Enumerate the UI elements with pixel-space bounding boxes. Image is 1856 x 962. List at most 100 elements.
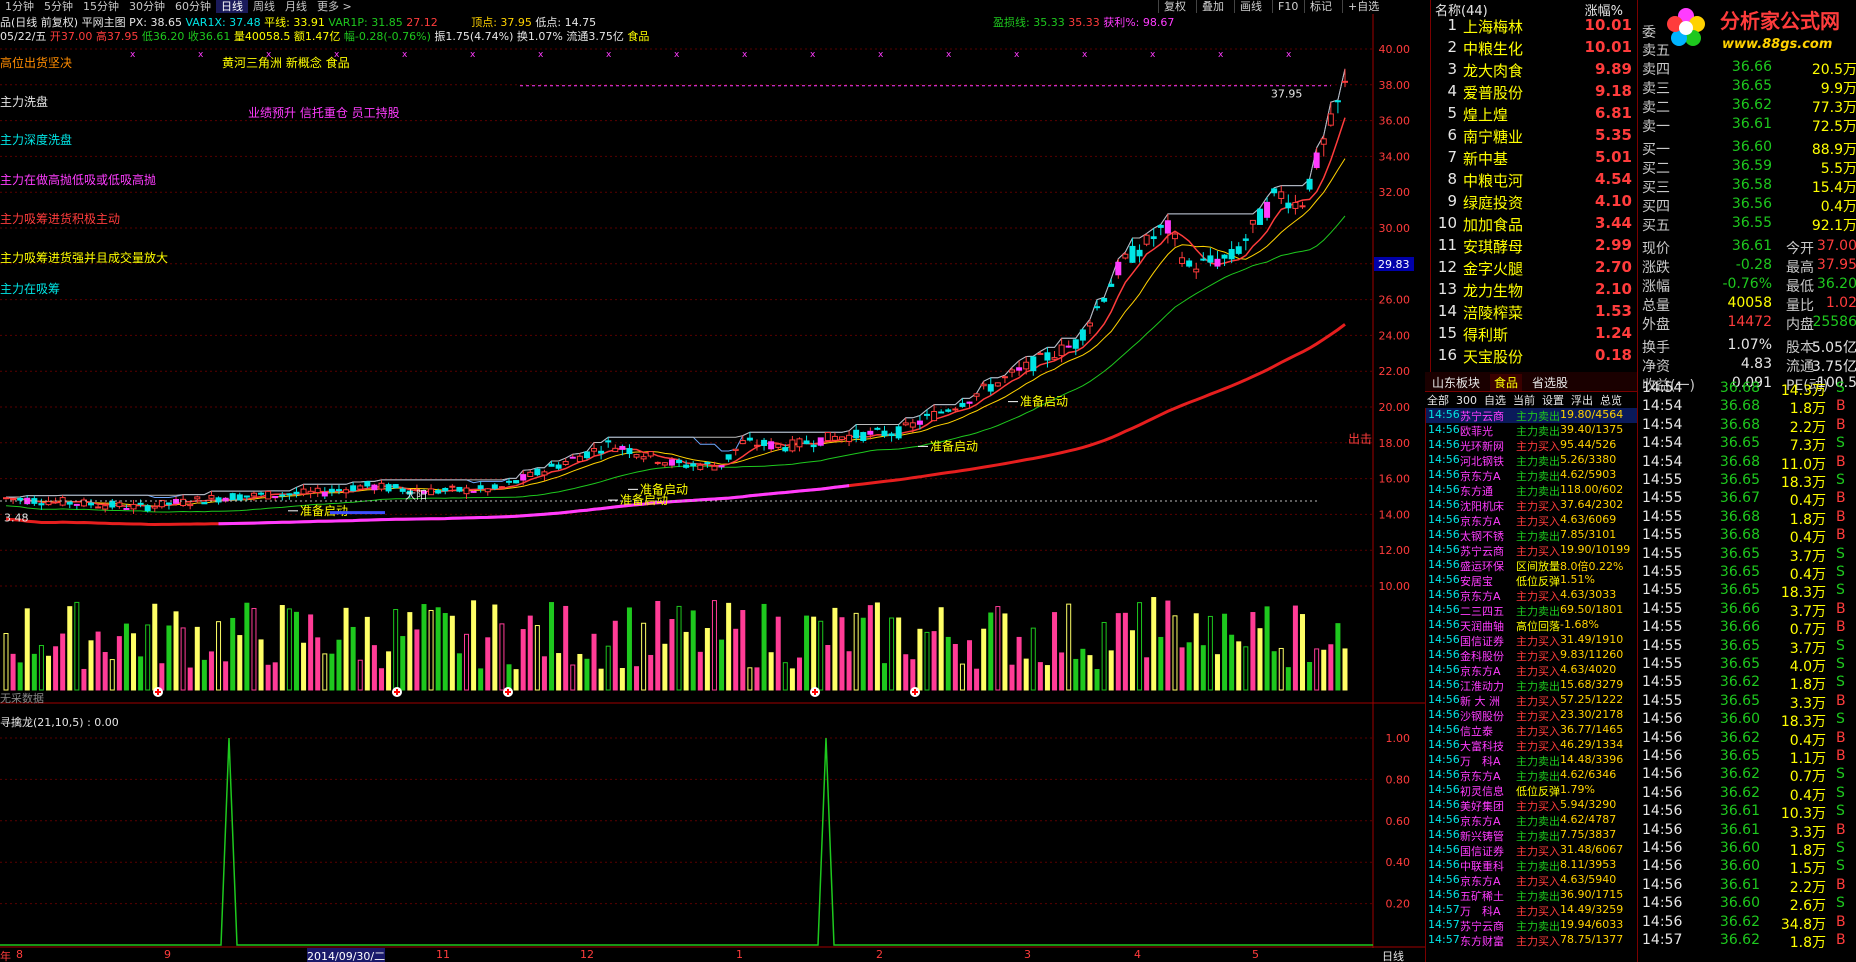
f10-button[interactable]: F10 <box>1272 0 1303 13</box>
rank-row[interactable]: 15 得利斯 1.24 <box>1431 324 1638 346</box>
tape-row[interactable]: 14:56 京东方A 主力买入 4.63/5940 <box>1426 873 1637 888</box>
tape-filter-6[interactable]: 总览 <box>1598 392 1622 408</box>
tape-row[interactable]: 14:56 京东方A 主力卖出 4.62/4787 <box>1426 813 1637 828</box>
tape-tab-0[interactable]: 山东板块 <box>1428 374 1484 391</box>
tape-row[interactable]: 14:56 河北钢铁 主力卖出 5.26/3380 <box>1426 453 1637 468</box>
tape-row[interactable]: 14:56 中联重科 主力卖出 8.11/3953 <box>1426 858 1637 873</box>
tape-filter-0[interactable]: 全部 <box>1425 392 1449 408</box>
tape-filter-2[interactable]: 自选 <box>1482 392 1506 408</box>
rank-row[interactable]: 10 加加食品 3.44 <box>1431 214 1638 236</box>
tape-row[interactable]: 14:56 新兴铸管 主力卖出 7.75/3837 <box>1426 828 1637 843</box>
tape-row[interactable]: 14:56 天润曲轴 高位回落 -1.68% <box>1426 618 1637 633</box>
tape-row[interactable]: 14:56 京东方A 主力卖出 4.62/6346 <box>1426 768 1637 783</box>
rank-row[interactable]: 1 上海梅林 10.01 <box>1431 16 1638 38</box>
tape-row[interactable]: 14:56 江淮动力 主力卖出 15.68/3279 <box>1426 678 1637 693</box>
tape-row[interactable]: 14:56 安居宝 低位反弹 1.51% <box>1426 573 1637 588</box>
period-tab-3[interactable]: 30分钟 <box>124 0 170 13</box>
rank-row[interactable]: 12 金字火腿 2.70 <box>1431 258 1638 280</box>
tick-side: S <box>1836 472 1845 488</box>
volume-bar <box>1122 612 1128 691</box>
tape-row[interactable]: 14:56 初灵信息 低位反弹 1.79% <box>1426 783 1637 798</box>
rank-row[interactable]: 9 绿庭投资 4.10 <box>1431 192 1638 214</box>
sub-indicator-chart[interactable]: 1.00 0.80 0.60 0.40 0.20 <box>0 704 1425 948</box>
tape-row[interactable]: 14:56 沙钢股份 主力买入 23.30/2178 <box>1426 708 1637 723</box>
tape-row[interactable]: 14:56 信立泰 主力买入 36.77/1465 <box>1426 723 1637 738</box>
tape-row[interactable]: 14:56 欧菲光 主力卖出 39.40/1375 <box>1426 423 1637 438</box>
tape-row[interactable]: 14:57 东方财富 主力买入 78.75/1377 <box>1426 933 1637 948</box>
rank-stock-name: 爱普股份 <box>1463 84 1524 102</box>
add-watchlist-button[interactable]: +自选 <box>1342 0 1384 13</box>
tape-row[interactable]: 14:56 金科股份 主力买入 9.83/11260 <box>1426 648 1637 663</box>
tape-row[interactable]: 14:56 二三四五 主力卖出 69.50/1801 <box>1426 603 1637 618</box>
rank-row[interactable]: 16 天宝股份 0.18 <box>1431 346 1638 368</box>
tape-stock-name: 京东方A <box>1460 665 1501 678</box>
tape-tab-2[interactable]: 省选股 <box>1528 374 1572 391</box>
tick-volume: 0.7万 <box>1789 769 1826 786</box>
rank-row[interactable]: 8 中粮屯河 4.54 <box>1431 170 1638 192</box>
period-tab-2[interactable]: 15分钟 <box>78 0 124 13</box>
tape-row[interactable]: 14:56 光环新网 主力买入 95.44/526 <box>1426 438 1637 453</box>
rank-index: 13 <box>1437 280 1457 298</box>
candle <box>888 431 895 442</box>
overlay-button[interactable]: 叠加 <box>1196 0 1229 13</box>
tape-filter-4[interactable]: 设置 <box>1540 392 1564 408</box>
rank-stock-name: 煌上煌 <box>1463 106 1509 124</box>
tape-filter-3[interactable]: 当前 <box>1511 392 1535 408</box>
tape-row[interactable]: 14:56 京东方A 主力买入 4.63/3033 <box>1426 588 1637 603</box>
volume-bar <box>407 612 413 691</box>
tape-filter-5[interactable]: 浮出 <box>1569 392 1593 408</box>
period-tab-5[interactable]: 日线 <box>216 0 248 13</box>
tape-row[interactable]: 14:57 万 科A 主力买入 14.49/3259 <box>1426 903 1637 918</box>
kline-chart[interactable]: 40.0038.0036.0034.0032.0030.0028.0026.00… <box>0 14 1425 704</box>
period-tab-4[interactable]: 60分钟 <box>170 0 216 13</box>
volume-bar <box>315 637 321 691</box>
volume-bar <box>258 639 264 691</box>
period-tab-7[interactable]: 月线 <box>280 0 312 13</box>
tape-filter-1[interactable]: 300 <box>1454 394 1477 407</box>
tape-row[interactable]: 14:56 新 大 洲 主力买入 57.25/1222 <box>1426 693 1637 708</box>
news-tags: 业绩预升 信托重仓 员工持股 <box>248 106 400 120</box>
quote-panel: 委卖五 卖四 36.66 20.5万 卖三 36.65 9.9万 卖二 36.62 77.3万 卖一… <box>1637 0 1856 394</box>
tape-row[interactable]: 14:56 国信证券 主力买入 31.48/6067 <box>1426 843 1637 858</box>
tape-row[interactable]: 14:56 国信证券 主力买入 31.49/1910 <box>1426 633 1637 648</box>
draw-line-button[interactable]: 画线 <box>1234 0 1267 13</box>
tape-row[interactable]: 14:56 苏宁云商 主力买入 19.90/10199 <box>1426 543 1637 558</box>
tape-row[interactable]: 14:56 京东方A 主力买入 4.63/6069 <box>1426 513 1637 528</box>
tape-time: 14:57 <box>1428 903 1460 916</box>
rank-row[interactable]: 14 涪陵榨菜 1.53 <box>1431 302 1638 324</box>
rank-row[interactable]: 11 安琪酵母 2.99 <box>1431 236 1638 258</box>
rank-row[interactable]: 3 龙大肉食 9.89 <box>1431 60 1638 82</box>
top-marker: x <box>878 50 884 60</box>
tape-row[interactable]: 14:56 东方通 主力卖出 118.00/602 <box>1426 483 1637 498</box>
tape-tab-1[interactable]: 食品 <box>1490 374 1523 391</box>
tape-row[interactable]: 14:56 美好集团 主力买入 5.94/3290 <box>1426 798 1637 813</box>
rank-row[interactable]: 7 新中基 5.01 <box>1431 148 1638 170</box>
tape-row[interactable]: 14:56 大富科技 主力买入 46.29/1334 <box>1426 738 1637 753</box>
tape-row[interactable]: 14:56 苏宁云商 主力卖出 19.80/4564 <box>1426 408 1637 423</box>
tape-row[interactable]: 14:56 太钢不锈 主力卖出 7.85/3101 <box>1426 528 1637 543</box>
tape-row[interactable]: 14:56 万 科A 主力卖出 14.48/3396 <box>1426 753 1637 768</box>
period-tab-0[interactable]: 1分钟 <box>0 0 39 13</box>
rank-row[interactable]: 13 龙力生物 2.10 <box>1431 280 1638 302</box>
rank-row[interactable]: 6 南宁糖业 5.35 <box>1431 126 1638 148</box>
tape-row[interactable]: 14:57 苏宁云商 主力卖出 19.94/6033 <box>1426 918 1637 933</box>
period-tab-8[interactable]: 更多 > <box>312 0 357 13</box>
fuquan-button[interactable]: 复权 <box>1158 0 1191 13</box>
bid-label: 买五 <box>1642 218 1670 234</box>
sub-tick-label: 0.60 <box>1386 815 1411 828</box>
tape-row[interactable]: 14:56 盛运环保 区间放量 8.0倍0.22% <box>1426 558 1637 573</box>
mark-button[interactable]: 标记 <box>1304 0 1337 13</box>
rank-row[interactable]: 4 爱普股份 9.18 <box>1431 82 1638 104</box>
candle <box>980 381 987 390</box>
candle <box>1179 251 1186 267</box>
rank-row[interactable]: 2 中粮生化 10.01 <box>1431 38 1638 60</box>
rank-row[interactable]: 5 煌上煌 6.81 <box>1431 104 1638 126</box>
tape-row[interactable]: 14:56 沈阳机床 主力买入 37.64/2302 <box>1426 498 1637 513</box>
tape-row[interactable]: 14:56 五矿稀土 主力卖出 36.90/1715 <box>1426 888 1637 903</box>
tape-row[interactable]: 14:56 京东方A 主力卖出 4.62/5903 <box>1426 468 1637 483</box>
period-tab-1[interactable]: 5分钟 <box>39 0 78 13</box>
tape-row[interactable]: 14:56 京东方A 主力买入 4.63/4020 <box>1426 663 1637 678</box>
volume-bar <box>1059 652 1065 691</box>
tape-time: 14:56 <box>1428 648 1460 661</box>
period-tab-6[interactable]: 周线 <box>248 0 280 13</box>
